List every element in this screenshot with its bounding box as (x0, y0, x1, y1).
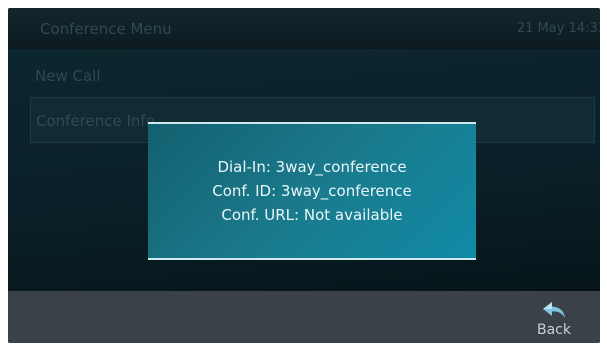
page-title: Conference Menu (40, 20, 172, 38)
softkey-bar: Back (8, 291, 600, 343)
status-datetime: 21 May 14:33 (516, 21, 600, 36)
phone-screen: Conference Menu 21 May 14:33 New Call Co… (8, 8, 600, 343)
back-button[interactable]: Back (526, 291, 582, 343)
menu-list: New Call Conference Info Dial-In: 3way_c… (8, 49, 600, 291)
conference-info-popup: Dial-In: 3way_conference Conf. ID: 3way_… (148, 122, 476, 260)
conf-url-text: Conf. URL: Not available (221, 206, 403, 224)
menu-item-new-call[interactable]: New Call (30, 53, 595, 99)
back-arrow-icon (543, 302, 565, 318)
header-bar: Conference Menu 21 May 14:33 (8, 8, 600, 49)
conf-id-text: Conf. ID: 3way_conference (212, 182, 412, 200)
back-label: Back (537, 322, 571, 338)
dial-in-text: Dial-In: 3way_conference (217, 158, 407, 176)
